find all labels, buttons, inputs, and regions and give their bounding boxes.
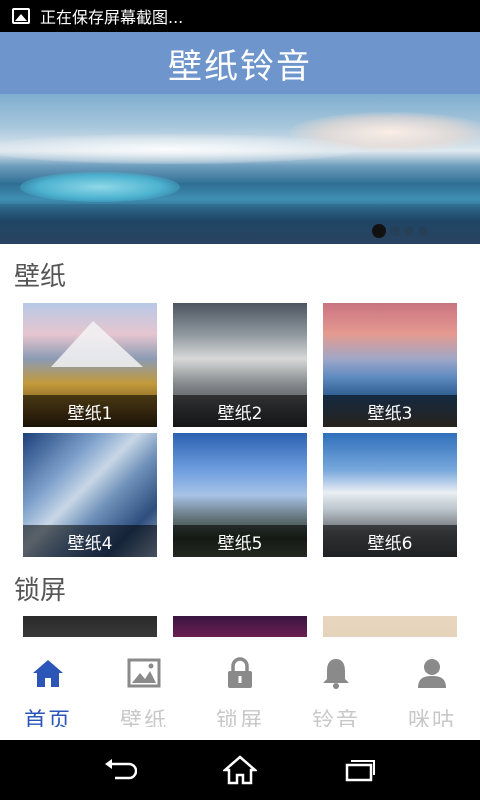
status-text: 正在保存屏幕截图... <box>40 8 184 27</box>
wallpaper-tile[interactable]: 壁纸1 <box>23 303 157 427</box>
wallpaper-tile-caption: 壁纸6 <box>323 525 457 557</box>
nav-item-migu[interactable]: 咪咕 <box>384 637 480 740</box>
wallpaper-tile-caption: 壁纸3 <box>323 395 457 427</box>
wallpaper-tile[interactable]: 壁纸4 <box>23 433 157 557</box>
nav-item-lockscreen[interactable]: 锁屏 <box>192 637 288 740</box>
carousel-dot-active[interactable] <box>372 224 386 238</box>
carousel-dot[interactable] <box>404 226 414 236</box>
carousel-dot[interactable] <box>418 226 428 236</box>
nav-item-ringtone[interactable]: 铃音 <box>288 637 384 740</box>
wallpaper-tile-caption: 壁纸1 <box>23 395 157 427</box>
image-icon <box>127 658 161 688</box>
banner-carousel[interactable] <box>0 94 480 244</box>
nav-label-ringtone: 铃音 <box>311 709 360 727</box>
back-button[interactable] <box>100 753 140 787</box>
nav-item-wallpaper[interactable]: 壁纸 <box>96 637 192 740</box>
page-title: 壁纸铃音 <box>168 46 312 87</box>
home-button[interactable] <box>220 753 260 787</box>
nav-label-home: 首页 <box>23 709 72 727</box>
recents-icon <box>345 760 375 782</box>
banner-image-ridge <box>0 204 480 244</box>
bell-icon <box>323 659 349 689</box>
system-navigation-bar <box>0 740 480 800</box>
wallpaper-tile[interactable]: 壁纸5 <box>173 433 307 557</box>
lockscreen-tile[interactable] <box>23 616 157 637</box>
screen: 正在保存屏幕截图... 壁纸铃音 壁纸 壁纸1 壁纸2 壁纸3 壁纸4 壁纸5 <box>0 0 480 800</box>
lock-icon <box>228 657 252 688</box>
wallpaper-tile-caption: 壁纸4 <box>23 525 157 557</box>
person-icon <box>418 659 446 688</box>
lockscreen-tile[interactable] <box>323 616 457 637</box>
title-bar: 壁纸铃音 <box>0 32 480 94</box>
lockscreen-tile[interactable] <box>173 616 307 637</box>
wallpaper-tile[interactable]: 壁纸6 <box>323 433 457 557</box>
banner-image-cloud <box>0 134 360 164</box>
nav-label-migu: 咪咕 <box>407 709 456 727</box>
banner-image-lake <box>20 172 180 202</box>
wallpaper-tile-caption: 壁纸2 <box>173 395 307 427</box>
section-title-lockscreen: 锁屏 <box>14 576 67 606</box>
status-bar: 正在保存屏幕截图... <box>0 0 480 32</box>
home-outline-icon <box>223 755 257 785</box>
back-icon <box>105 759 137 780</box>
home-icon <box>33 660 63 687</box>
screenshot-notification-icon <box>12 8 30 24</box>
lockscreen-grid <box>23 616 457 637</box>
nav-label-lockscreen: 锁屏 <box>215 709 264 727</box>
nav-label-wallpaper: 壁纸 <box>119 709 168 727</box>
wallpaper-tile[interactable]: 壁纸3 <box>323 303 457 427</box>
wallpaper-grid: 壁纸1 壁纸2 壁纸3 壁纸4 壁纸5 壁纸6 <box>23 303 457 557</box>
wallpaper-tile-caption: 壁纸5 <box>173 525 307 557</box>
nav-item-home[interactable]: 首页 <box>0 637 96 740</box>
bottom-navigation: 首页 壁纸 锁屏 铃音 咪咕 <box>0 637 480 740</box>
wallpaper-tile[interactable]: 壁纸2 <box>173 303 307 427</box>
carousel-indicator <box>372 224 428 238</box>
section-title-wallpaper: 壁纸 <box>14 262 67 292</box>
carousel-dot[interactable] <box>390 226 400 236</box>
recents-button[interactable] <box>340 753 380 787</box>
